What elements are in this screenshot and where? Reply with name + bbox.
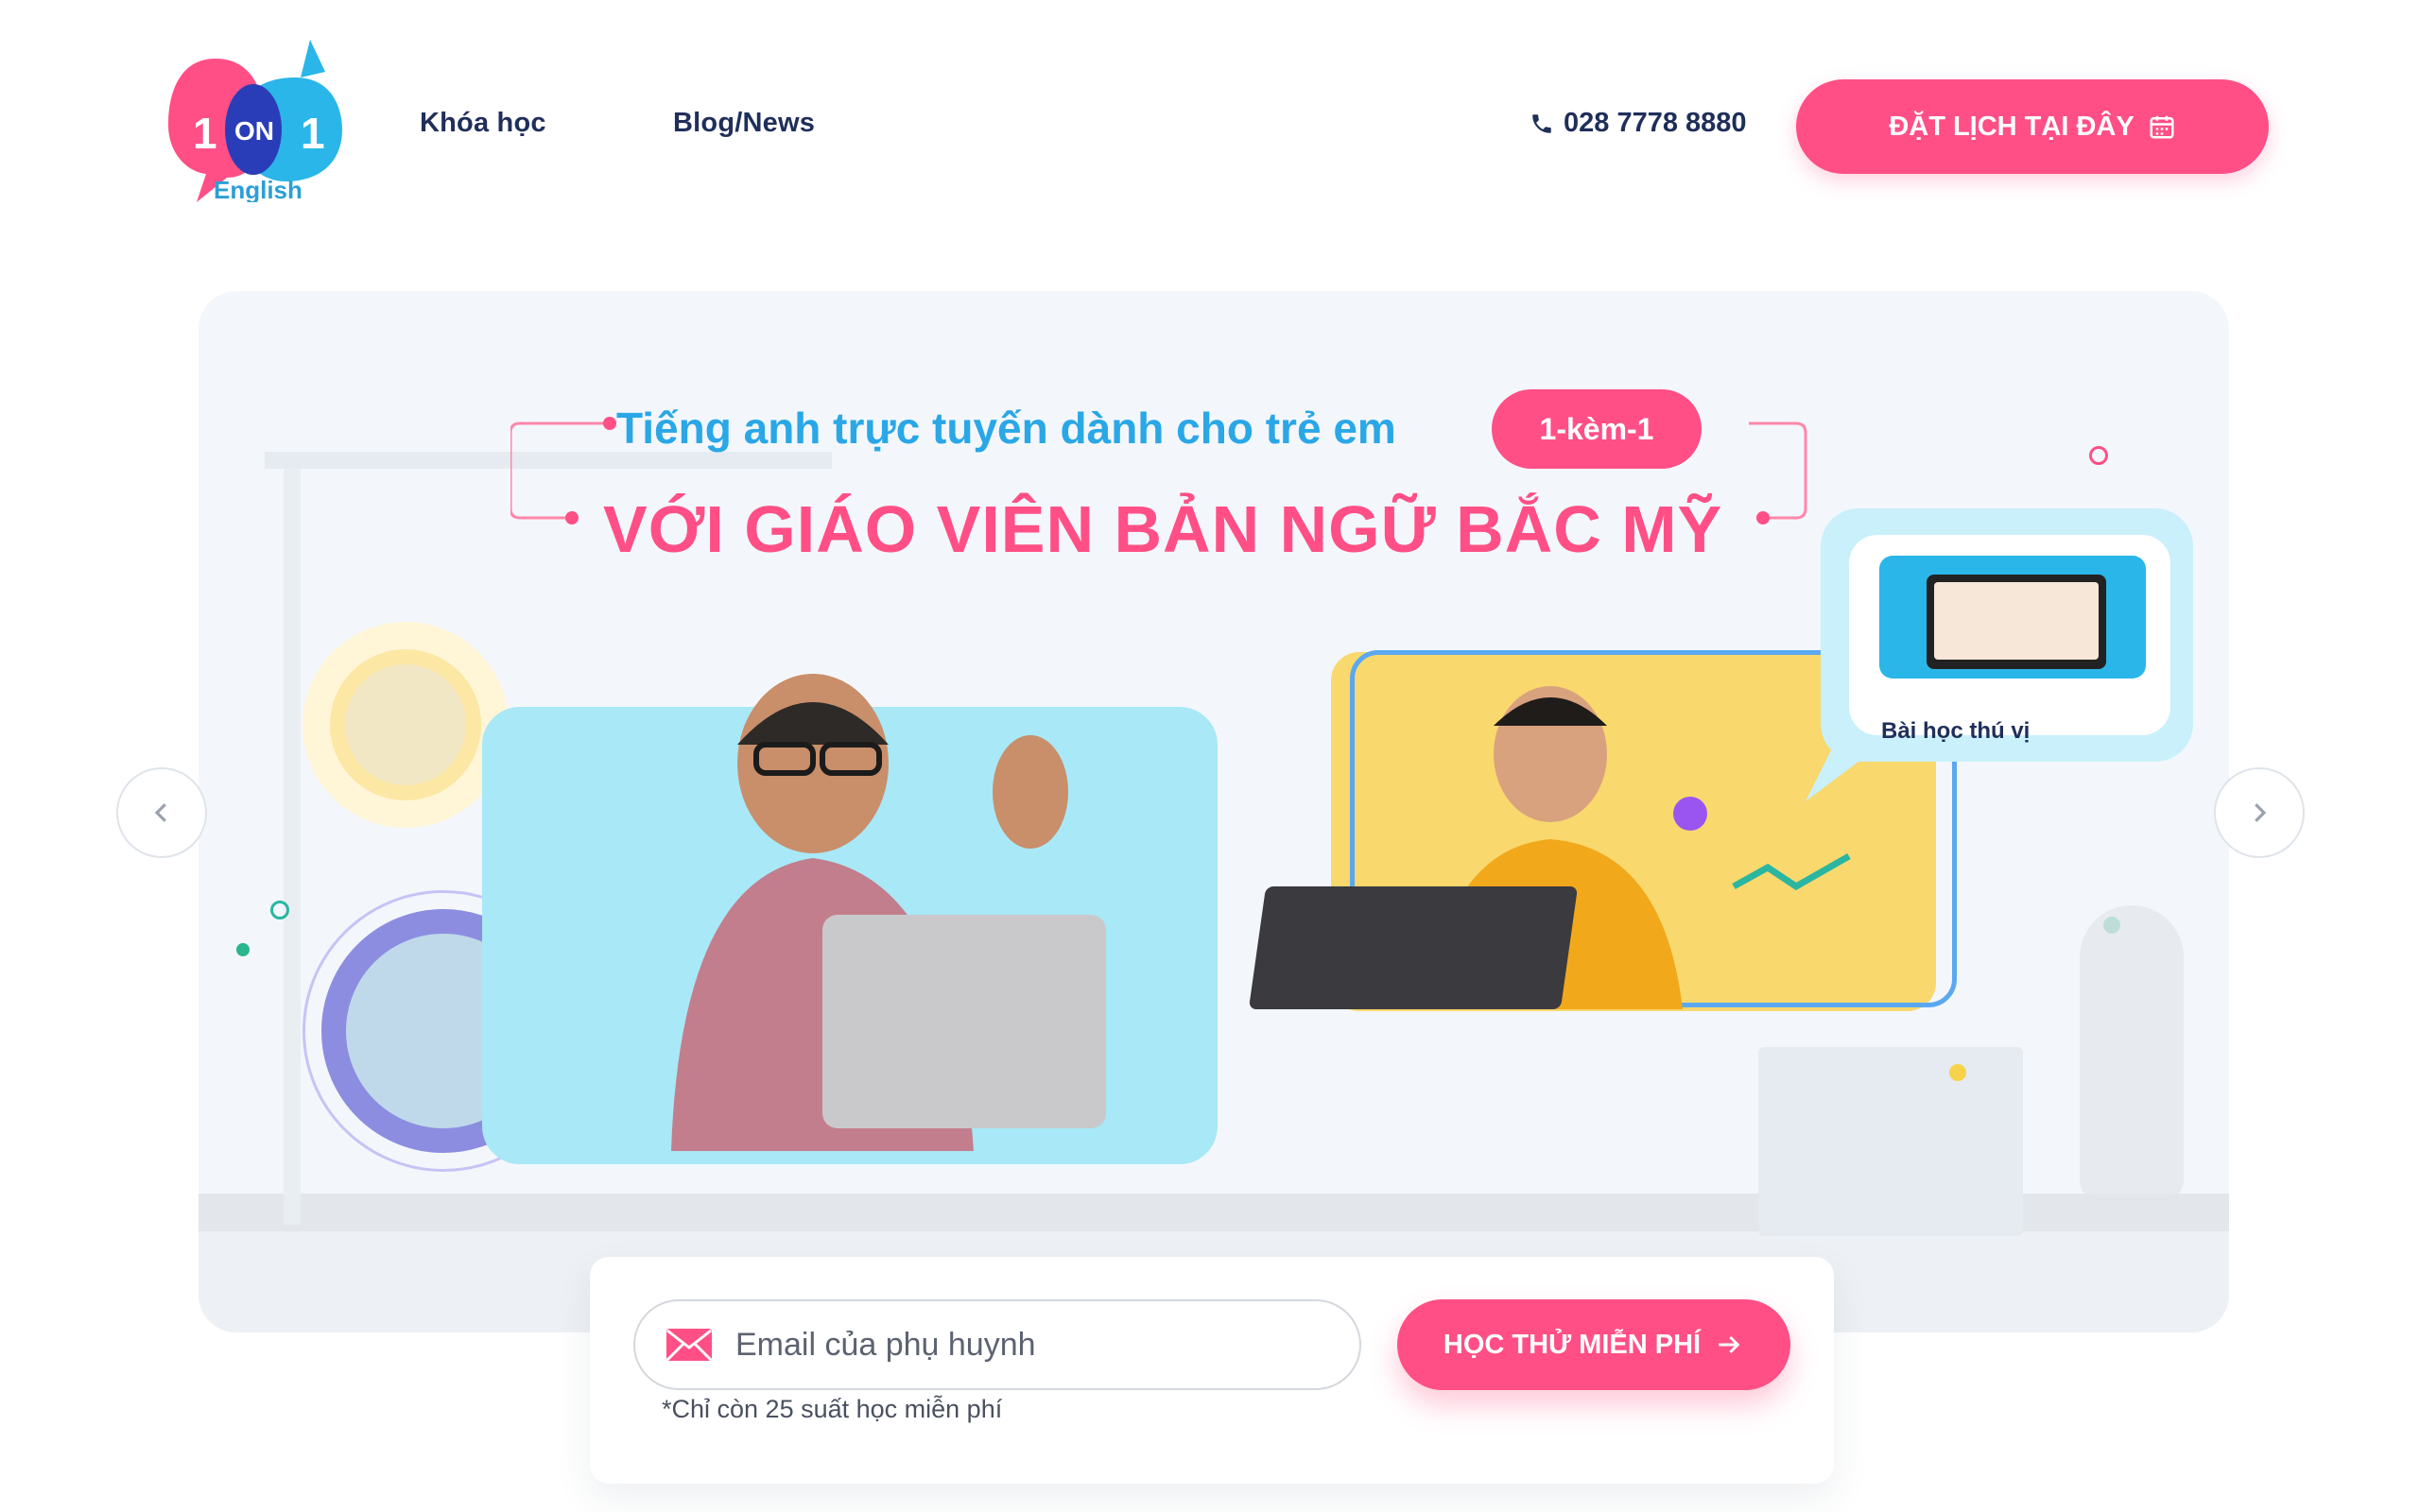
zigzag-decoration bbox=[1732, 852, 1851, 891]
teal-dot-decoration bbox=[236, 943, 250, 956]
bubble-tail bbox=[1806, 745, 1881, 801]
phone-contact[interactable]: 028 7778 8880 bbox=[1530, 108, 1747, 139]
nav-blog-news[interactable]: Blog/News bbox=[673, 108, 815, 139]
trial-signup-form: *Chỉ còn 25 suất học miễn phí HỌC THỬ MI… bbox=[590, 1257, 1834, 1484]
carousel-prev-button[interactable] bbox=[116, 767, 207, 858]
headline-sub: Tiếng anh trực tuyến dành cho trẻ em bbox=[616, 404, 1396, 453]
arrow-right-icon bbox=[1719, 1335, 1740, 1354]
calendar-icon bbox=[2150, 115, 2174, 139]
yellow-dot-decoration bbox=[1949, 1064, 1966, 1081]
phone-icon bbox=[1532, 113, 1551, 133]
pink-ring-decoration bbox=[2089, 446, 2108, 465]
hero-banner: Tiếng anh trực tuyến dành cho trẻ em 1-k… bbox=[199, 291, 2229, 1332]
teal-ring-decoration bbox=[270, 901, 289, 919]
email-icon bbox=[666, 1329, 713, 1362]
logo-text-english: English bbox=[214, 176, 302, 202]
free-slots-note: *Chỉ còn 25 suất học miễn phí bbox=[662, 1395, 1003, 1423]
nav-khoa-hoc[interactable]: Khóa học bbox=[420, 108, 546, 139]
chevron-left-icon bbox=[154, 803, 166, 822]
cabinet-decoration bbox=[1758, 1047, 2023, 1236]
free-trial-button[interactable]: HỌC THỬ MIỄN PHÍ bbox=[1397, 1299, 1790, 1390]
book-schedule-button[interactable]: ĐẶT LỊCH TẠI ĐÂY bbox=[1796, 79, 2269, 174]
one-on-one-pill: 1-kèm-1 bbox=[1492, 389, 1702, 469]
lesson-preview-screen bbox=[1879, 556, 2146, 679]
email-field[interactable] bbox=[633, 1299, 1361, 1390]
student-laptop bbox=[1248, 886, 1579, 1009]
lesson-preview-label: Bài học thú vị bbox=[1881, 718, 2031, 744]
chevron-right-icon bbox=[2255, 803, 2267, 822]
book-schedule-label: ĐẶT LỊCH TẠI ĐÂY bbox=[1889, 111, 2135, 142]
landing-page: 1 ON 1 English Khóa học Blog/News 028 77… bbox=[0, 0, 2420, 1512]
headline-main: VỚI GIÁO VIÊN BẢN NGỮ BẮC MỸ bbox=[603, 492, 1723, 566]
free-trial-label: HỌC THỬ MIỄN PHÍ bbox=[1443, 1329, 1702, 1360]
logo-text-right: 1 bbox=[301, 109, 325, 158]
statue-of-liberty-image bbox=[302, 622, 509, 828]
email-input[interactable] bbox=[735, 1326, 1322, 1364]
plant-decoration bbox=[2080, 905, 2184, 1198]
phone-number: 028 7778 8880 bbox=[1564, 108, 1747, 138]
logo-text-mid: ON bbox=[234, 116, 274, 146]
shelf-leg-decoration bbox=[284, 469, 301, 1225]
logo-graphic: 1 ON 1 English bbox=[168, 40, 342, 204]
logo-text-left: 1 bbox=[193, 109, 217, 158]
purple-dot-decoration bbox=[1673, 797, 1707, 831]
carousel-next-button[interactable] bbox=[2214, 767, 2305, 858]
brand-logo[interactable]: 1 ON 1 English bbox=[168, 40, 342, 204]
teacher-laptop bbox=[822, 915, 1106, 1128]
